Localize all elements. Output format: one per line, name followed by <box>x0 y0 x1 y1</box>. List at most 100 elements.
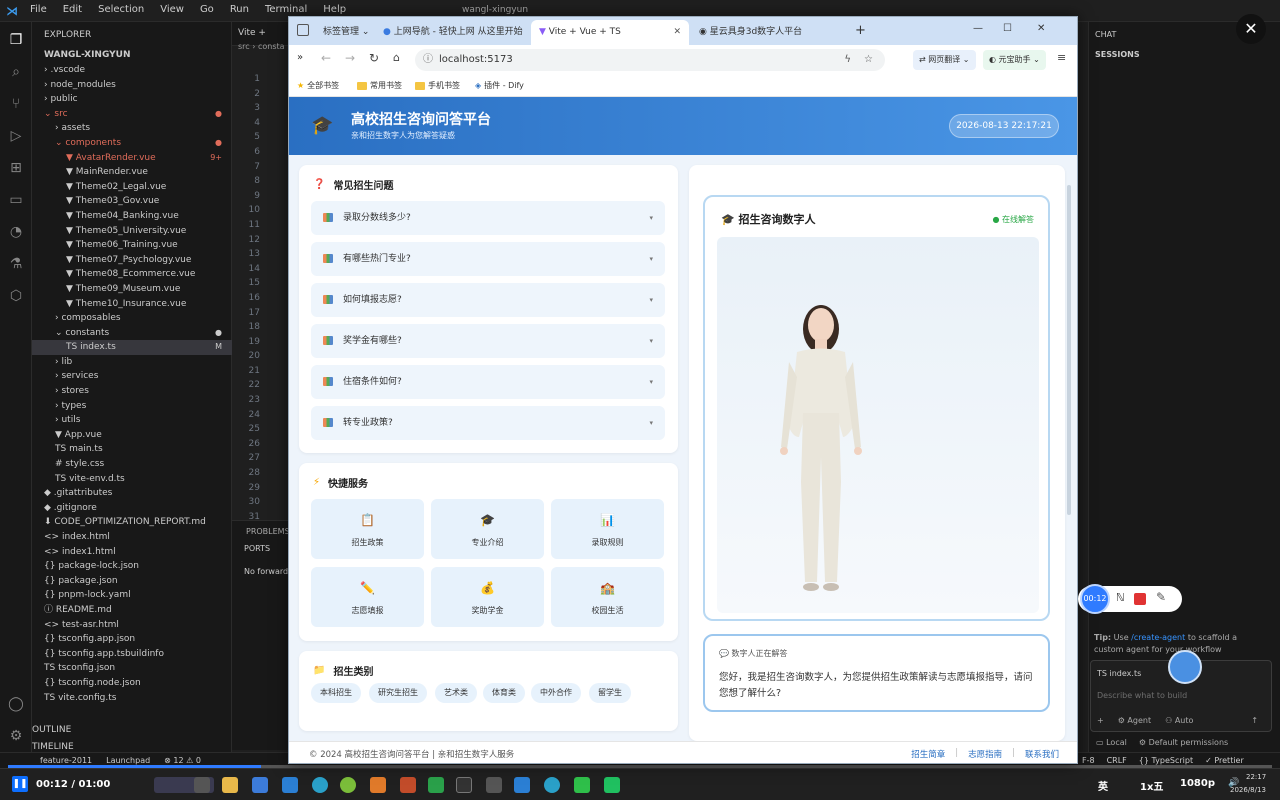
search-icon[interactable]: ⌕ <box>6 62 26 82</box>
status-item[interactable]: {} TypeScript <box>1139 756 1193 765</box>
app-icon[interactable] <box>340 777 356 793</box>
app2-icon[interactable] <box>370 777 386 793</box>
tab-nebula[interactable]: ◉ 星云具身3d数字人平台 <box>691 20 841 45</box>
tree-item[interactable]: ▼ Theme07_Psychology.vue <box>32 253 232 268</box>
problems-tab[interactable]: PROBLEMS <box>232 521 290 536</box>
tree-item[interactable]: › composables <box>32 311 232 326</box>
terminal-icon[interactable] <box>456 777 472 793</box>
home-icon[interactable]: ⌂ <box>393 51 400 64</box>
tree-item[interactable]: {} pnpm-lock.yaml <box>32 588 232 603</box>
menu-item-edit[interactable]: Edit <box>63 4 82 15</box>
remote-icon[interactable]: ▭ <box>6 190 26 210</box>
tree-item[interactable]: <> index1.html <box>32 545 232 560</box>
tree-item[interactable]: ▼ AvatarRender.vue 9+ <box>32 151 232 166</box>
overlay-close-icon[interactable]: ✕ <box>1236 14 1266 44</box>
tree-item[interactable]: ⬇ CODE_OPTIMIZATION_REPORT.md <box>32 515 232 530</box>
tree-item[interactable]: ▼ App.vue <box>32 428 232 443</box>
footer-link[interactable]: 招生简章 <box>911 748 945 760</box>
tree-item[interactable]: › .vscode <box>32 63 232 78</box>
tree-item[interactable]: TS main.ts <box>32 442 232 457</box>
command-center-search[interactable]: wangl-xingyun <box>462 5 528 15</box>
branch-status[interactable]: feature-2011 <box>40 756 92 765</box>
faq-item[interactable]: 住宿条件如何? ▾ <box>311 365 665 399</box>
tree-item[interactable]: {} package.json <box>32 574 232 589</box>
tree-item[interactable]: › utils <box>32 413 232 428</box>
tree-item[interactable]: › public <box>32 92 232 107</box>
browser-taskbar-icon[interactable] <box>544 777 560 793</box>
tree-item[interactable]: › node_modules <box>32 78 232 93</box>
auto-model-button[interactable]: ⚇ Auto <box>1165 716 1193 725</box>
tree-item[interactable]: {} package-lock.json <box>32 559 232 574</box>
wechat-icon[interactable] <box>574 777 590 793</box>
menu-item-go[interactable]: Go <box>200 4 214 15</box>
problems-status[interactable]: ⊗ 12 ⚠ 0 <box>164 756 201 765</box>
tabs-list-icon[interactable]: » <box>297 52 303 63</box>
floating-assistant-icon[interactable] <box>1168 650 1202 684</box>
explorer-icon[interactable]: ❐ <box>6 30 26 50</box>
run-debug-icon[interactable]: ▷ <box>6 126 26 146</box>
status-item[interactable]: CRLF <box>1107 756 1127 765</box>
menu-item-view[interactable]: View <box>160 4 184 15</box>
tree-item[interactable]: ▼ Theme04_Banking.vue <box>32 209 232 224</box>
menu-item-file[interactable]: File <box>30 4 47 15</box>
menu-item-terminal[interactable]: Terminal <box>265 4 307 15</box>
mic-icon[interactable]: ℕ <box>1116 591 1125 604</box>
agent-mode-button[interactable]: ⚙ Agent <box>1118 716 1151 725</box>
category-tag[interactable]: 研究生招生 <box>369 683 427 703</box>
tree-item[interactable]: <> index.html <box>32 530 232 545</box>
footer-link[interactable]: 联系我们 <box>1025 748 1059 760</box>
tree-item[interactable]: › services <box>32 369 232 384</box>
container-icon[interactable]: ⬡ <box>6 286 26 306</box>
wechat-work-icon[interactable] <box>604 777 620 793</box>
reload-icon[interactable]: ↻ <box>369 51 379 65</box>
back-icon[interactable]: ← <box>321 51 331 65</box>
service-button[interactable]: 🎓 专业介绍 <box>431 499 544 559</box>
mail-icon[interactable] <box>282 777 298 793</box>
tree-item[interactable]: ▼ Theme05_University.vue <box>32 224 232 239</box>
vscode-taskbar-icon[interactable] <box>514 777 530 793</box>
permissions-button[interactable]: ⚙ Default permissions <box>1139 738 1228 747</box>
category-tag[interactable]: 中外合作 <box>531 683 581 703</box>
editor-tab[interactable]: Vite + src › consta <box>232 22 290 51</box>
tree-item[interactable]: {} tsconfig.app.tsbuildinfo <box>32 647 232 662</box>
tree-item[interactable]: {} tsconfig.node.json <box>32 676 232 691</box>
attached-file-chip[interactable]: TS index.ts <box>1097 669 1141 678</box>
tree-item[interactable]: TS index.ts M <box>32 340 232 355</box>
tree-item[interactable]: ⌄ components ● <box>32 136 232 151</box>
tree-item[interactable]: ⌄ constants ● <box>32 326 232 341</box>
menu-item-run[interactable]: Run <box>230 4 249 15</box>
service-button[interactable]: 📋 招生政策 <box>311 499 424 559</box>
tree-item[interactable]: › types <box>32 399 232 414</box>
maximize-icon[interactable]: ☐ <box>1003 23 1012 34</box>
tree-item[interactable]: ▼ Theme09_Museum.vue <box>32 282 232 297</box>
git-graph-icon[interactable]: ◔ <box>6 222 26 242</box>
outline-header[interactable]: OUTLINE <box>32 725 232 739</box>
send-icon[interactable]: ↑ <box>1251 716 1258 725</box>
address-bar[interactable]: ⓘ localhost:5173 ϟ ☆ <box>415 49 885 71</box>
close-tab-icon[interactable]: ✕ <box>673 20 681 45</box>
status-item[interactable]: F-8 <box>1082 756 1095 765</box>
tree-item[interactable]: › lib <box>32 355 232 370</box>
service-button[interactable]: 💰 奖助学金 <box>431 567 544 627</box>
footer-link[interactable]: 志愿指南 <box>968 748 1002 760</box>
bookmark-all[interactable]: ★ 全部书签 <box>297 80 339 91</box>
faq-item[interactable]: 录取分数线多少? ▾ <box>311 201 665 235</box>
tree-item[interactable]: ▼ Theme06_Training.vue <box>32 238 232 253</box>
tree-item[interactable]: ▼ Theme03_Gov.vue <box>32 194 232 209</box>
site-info-icon[interactable]: ⓘ <box>423 49 433 71</box>
category-tag[interactable]: 留学生 <box>589 683 631 703</box>
tree-item[interactable]: TS vite-env.d.ts <box>32 472 232 487</box>
ports-tab[interactable]: PORTS <box>232 536 290 553</box>
category-tag[interactable]: 艺术类 <box>435 683 477 703</box>
bookmark-star-icon[interactable]: ☆ <box>864 49 873 71</box>
tree-item[interactable]: ⌄ src ● <box>32 107 232 122</box>
tree-item[interactable]: # style.css <box>32 457 232 472</box>
faq-item[interactable]: 如何填报志愿? ▾ <box>311 283 665 317</box>
store-icon[interactable] <box>252 777 268 793</box>
tree-item[interactable]: TS vite.config.ts <box>32 691 232 706</box>
window-icon[interactable] <box>194 777 210 793</box>
add-context-icon[interactable]: + <box>1097 716 1104 725</box>
minimize-icon[interactable]: — <box>973 23 983 34</box>
app4-icon[interactable] <box>428 777 444 793</box>
bookmark-mobile[interactable]: 手机书签 <box>415 80 460 91</box>
